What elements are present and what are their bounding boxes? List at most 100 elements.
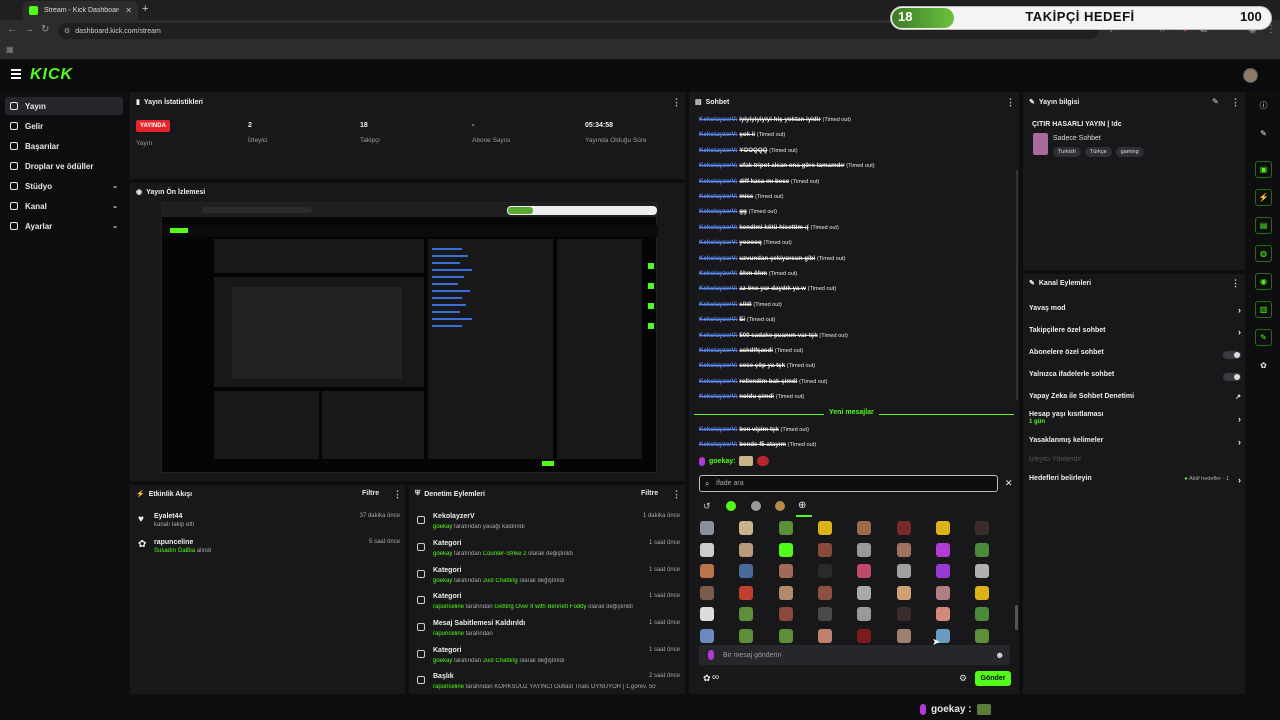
sidebar-item-gelir[interactable]: Gelir: [5, 117, 123, 135]
emote-button[interactable]: [975, 607, 990, 621]
edit-layout-icon[interactable]: ✎: [1255, 125, 1272, 142]
avatar[interactable]: [1243, 68, 1258, 83]
sidebar-item-droplar[interactable]: Droplar ve ödüller: [5, 157, 123, 175]
chat-input[interactable]: Bir mesaj gönderin ☻: [699, 645, 1010, 665]
emote-scrollbar[interactable]: [1015, 605, 1018, 630]
chat-username[interactable]: KekolayzerV:: [699, 193, 738, 200]
emote-button[interactable]: [700, 521, 714, 535]
emote-button[interactable]: [817, 628, 832, 643]
mod-action-user[interactable]: goekay: [433, 658, 452, 664]
emote-button[interactable]: [935, 521, 950, 535]
kick-emotes-tab-icon[interactable]: [726, 501, 736, 511]
widget-broadcast-icon[interactable]: ◉: [1255, 273, 1272, 290]
sidebar-item-studyo[interactable]: Stüdyo ⌄: [5, 177, 123, 195]
sidebar-item-kanal[interactable]: Kanal ⌄: [5, 197, 123, 215]
forward-icon[interactable]: →: [24, 24, 34, 35]
new-tab-button[interactable]: +: [142, 3, 148, 15]
emote-button[interactable]: [700, 628, 714, 643]
widget-actions-icon[interactable]: ✎: [1255, 329, 1272, 346]
chat-username[interactable]: KekolayzerV:: [699, 393, 738, 400]
chat-username[interactable]: KekolayzerV:: [699, 270, 738, 277]
emote-button[interactable]: [935, 607, 950, 621]
new-messages-divider[interactable]: Yeni mesajlar: [694, 409, 1014, 419]
action-slow-mode[interactable]: Yavaş mod ›: [1029, 305, 1241, 319]
emote-button[interactable]: [739, 521, 754, 535]
emote-button[interactable]: [778, 607, 793, 621]
widget-mod-icon[interactable]: ▤: [1255, 217, 1272, 234]
emote-button[interactable]: [857, 542, 872, 557]
chat-username[interactable]: KekolayzerV:: [699, 131, 738, 138]
chat-username[interactable]: KekolayzerV:: [699, 178, 738, 185]
subscribers-only-toggle[interactable]: [1223, 351, 1241, 359]
stream-info-menu-icon[interactable]: ⋮: [1231, 97, 1240, 108]
chat-username[interactable]: KekolayzerV:: [699, 332, 738, 339]
menu-icon[interactable]: [11, 69, 21, 79]
browser-tab[interactable]: Stream - Kick Dashboard ✕: [23, 1, 138, 20]
emote-button[interactable]: [817, 564, 832, 578]
edit-icon[interactable]: ✎: [1212, 97, 1219, 106]
activity-filter-button[interactable]: Filtre: [362, 490, 379, 497]
emote-button[interactable]: [739, 564, 754, 578]
channel-emotes-tab-icon[interactable]: [751, 501, 761, 511]
emote-button[interactable]: [778, 564, 793, 578]
mod-action-name[interactable]: KekolayzerV: [433, 513, 475, 520]
emote-button[interactable]: [896, 521, 911, 535]
emote-button[interactable]: [778, 628, 793, 643]
tag[interactable]: Turkish: [1053, 147, 1081, 157]
mod-action-user[interactable]: rapunceline: [433, 684, 464, 690]
emote-button[interactable]: [857, 564, 872, 578]
emote-button[interactable]: [975, 628, 990, 643]
mod-filter-button[interactable]: Filtre: [641, 490, 658, 497]
chat-username[interactable]: KekolayzerV:: [699, 255, 738, 262]
emote-button[interactable]: [817, 607, 832, 621]
activity-menu-icon[interactable]: ⋮: [393, 489, 402, 500]
emote-button[interactable]: [817, 585, 832, 600]
tab-close-icon[interactable]: ✕: [125, 6, 132, 15]
emote-button[interactable]: [975, 564, 990, 578]
tag[interactable]: gaming: [1115, 147, 1144, 157]
site-info-icon[interactable]: ⚙: [64, 27, 70, 35]
widget-info-icon[interactable]: ▥: [1255, 301, 1272, 318]
reload-icon[interactable]: ↻: [41, 24, 49, 35]
chat-username[interactable]: KekolayzerV:: [699, 301, 738, 308]
emote-button[interactable]: [817, 542, 832, 557]
emote-button[interactable]: [857, 585, 872, 600]
action-ai-moderation[interactable]: Yapay Zeka ile Sohbet Denetimi ↗: [1029, 393, 1241, 407]
emote-button[interactable]: [975, 521, 990, 535]
emote-button[interactable]: [778, 542, 793, 557]
widget-rewards-icon[interactable]: ✿: [1255, 357, 1272, 374]
chat-username[interactable]: goekay:: [709, 458, 735, 465]
activity-name[interactable]: rapunceline: [154, 539, 400, 546]
emote-button[interactable]: [935, 585, 950, 600]
emote-button[interactable]: [975, 542, 990, 557]
emote-button[interactable]: [896, 585, 911, 600]
emote-button[interactable]: [700, 585, 714, 600]
chat-username[interactable]: KekolayzerV:: [699, 208, 738, 215]
mod-menu-icon[interactable]: ⋮: [672, 489, 681, 500]
mod-action-user[interactable]: rapunceline: [433, 631, 464, 637]
emote-button[interactable]: [700, 542, 714, 557]
emote-button[interactable]: [739, 585, 754, 600]
mod-action-user[interactable]: goekay: [433, 524, 452, 530]
global-emotes-tab-icon[interactable]: ⊕: [798, 500, 806, 511]
chat-username[interactable]: KekolayzerV:: [699, 347, 738, 354]
emote-button[interactable]: [935, 542, 950, 557]
chat-username[interactable]: KekolayzerV:: [699, 362, 738, 369]
emote-button[interactable]: [817, 521, 832, 535]
emote-button[interactable]: [857, 607, 872, 621]
widget-stats-icon[interactable]: ▣: [1255, 161, 1272, 178]
chat-username[interactable]: KekolayzerV:: [699, 162, 738, 169]
emotes-only-toggle[interactable]: [1223, 373, 1241, 381]
emote-button[interactable]: [896, 542, 911, 557]
mod-action-user[interactable]: rapunceline: [433, 604, 464, 610]
chat-username[interactable]: KekolayzerV:: [699, 116, 738, 123]
emote-search-input[interactable]: ⌕ İfade ara: [699, 475, 998, 492]
action-banned-words[interactable]: Yasaklanmış kelimeler ›: [1029, 437, 1241, 451]
chat-username[interactable]: KekolayzerV:: [699, 147, 738, 154]
emote-button[interactable]: [739, 607, 754, 621]
chat-username[interactable]: KekolayzerV:: [699, 316, 738, 323]
emote-button[interactable]: [739, 542, 754, 557]
stats-menu-icon[interactable]: ⋮: [672, 97, 681, 108]
action-followers-only[interactable]: Takipçilere özel sohbet ›: [1029, 327, 1241, 341]
sidebar-item-ayarlar[interactable]: Ayarlar ⌄: [5, 217, 123, 235]
